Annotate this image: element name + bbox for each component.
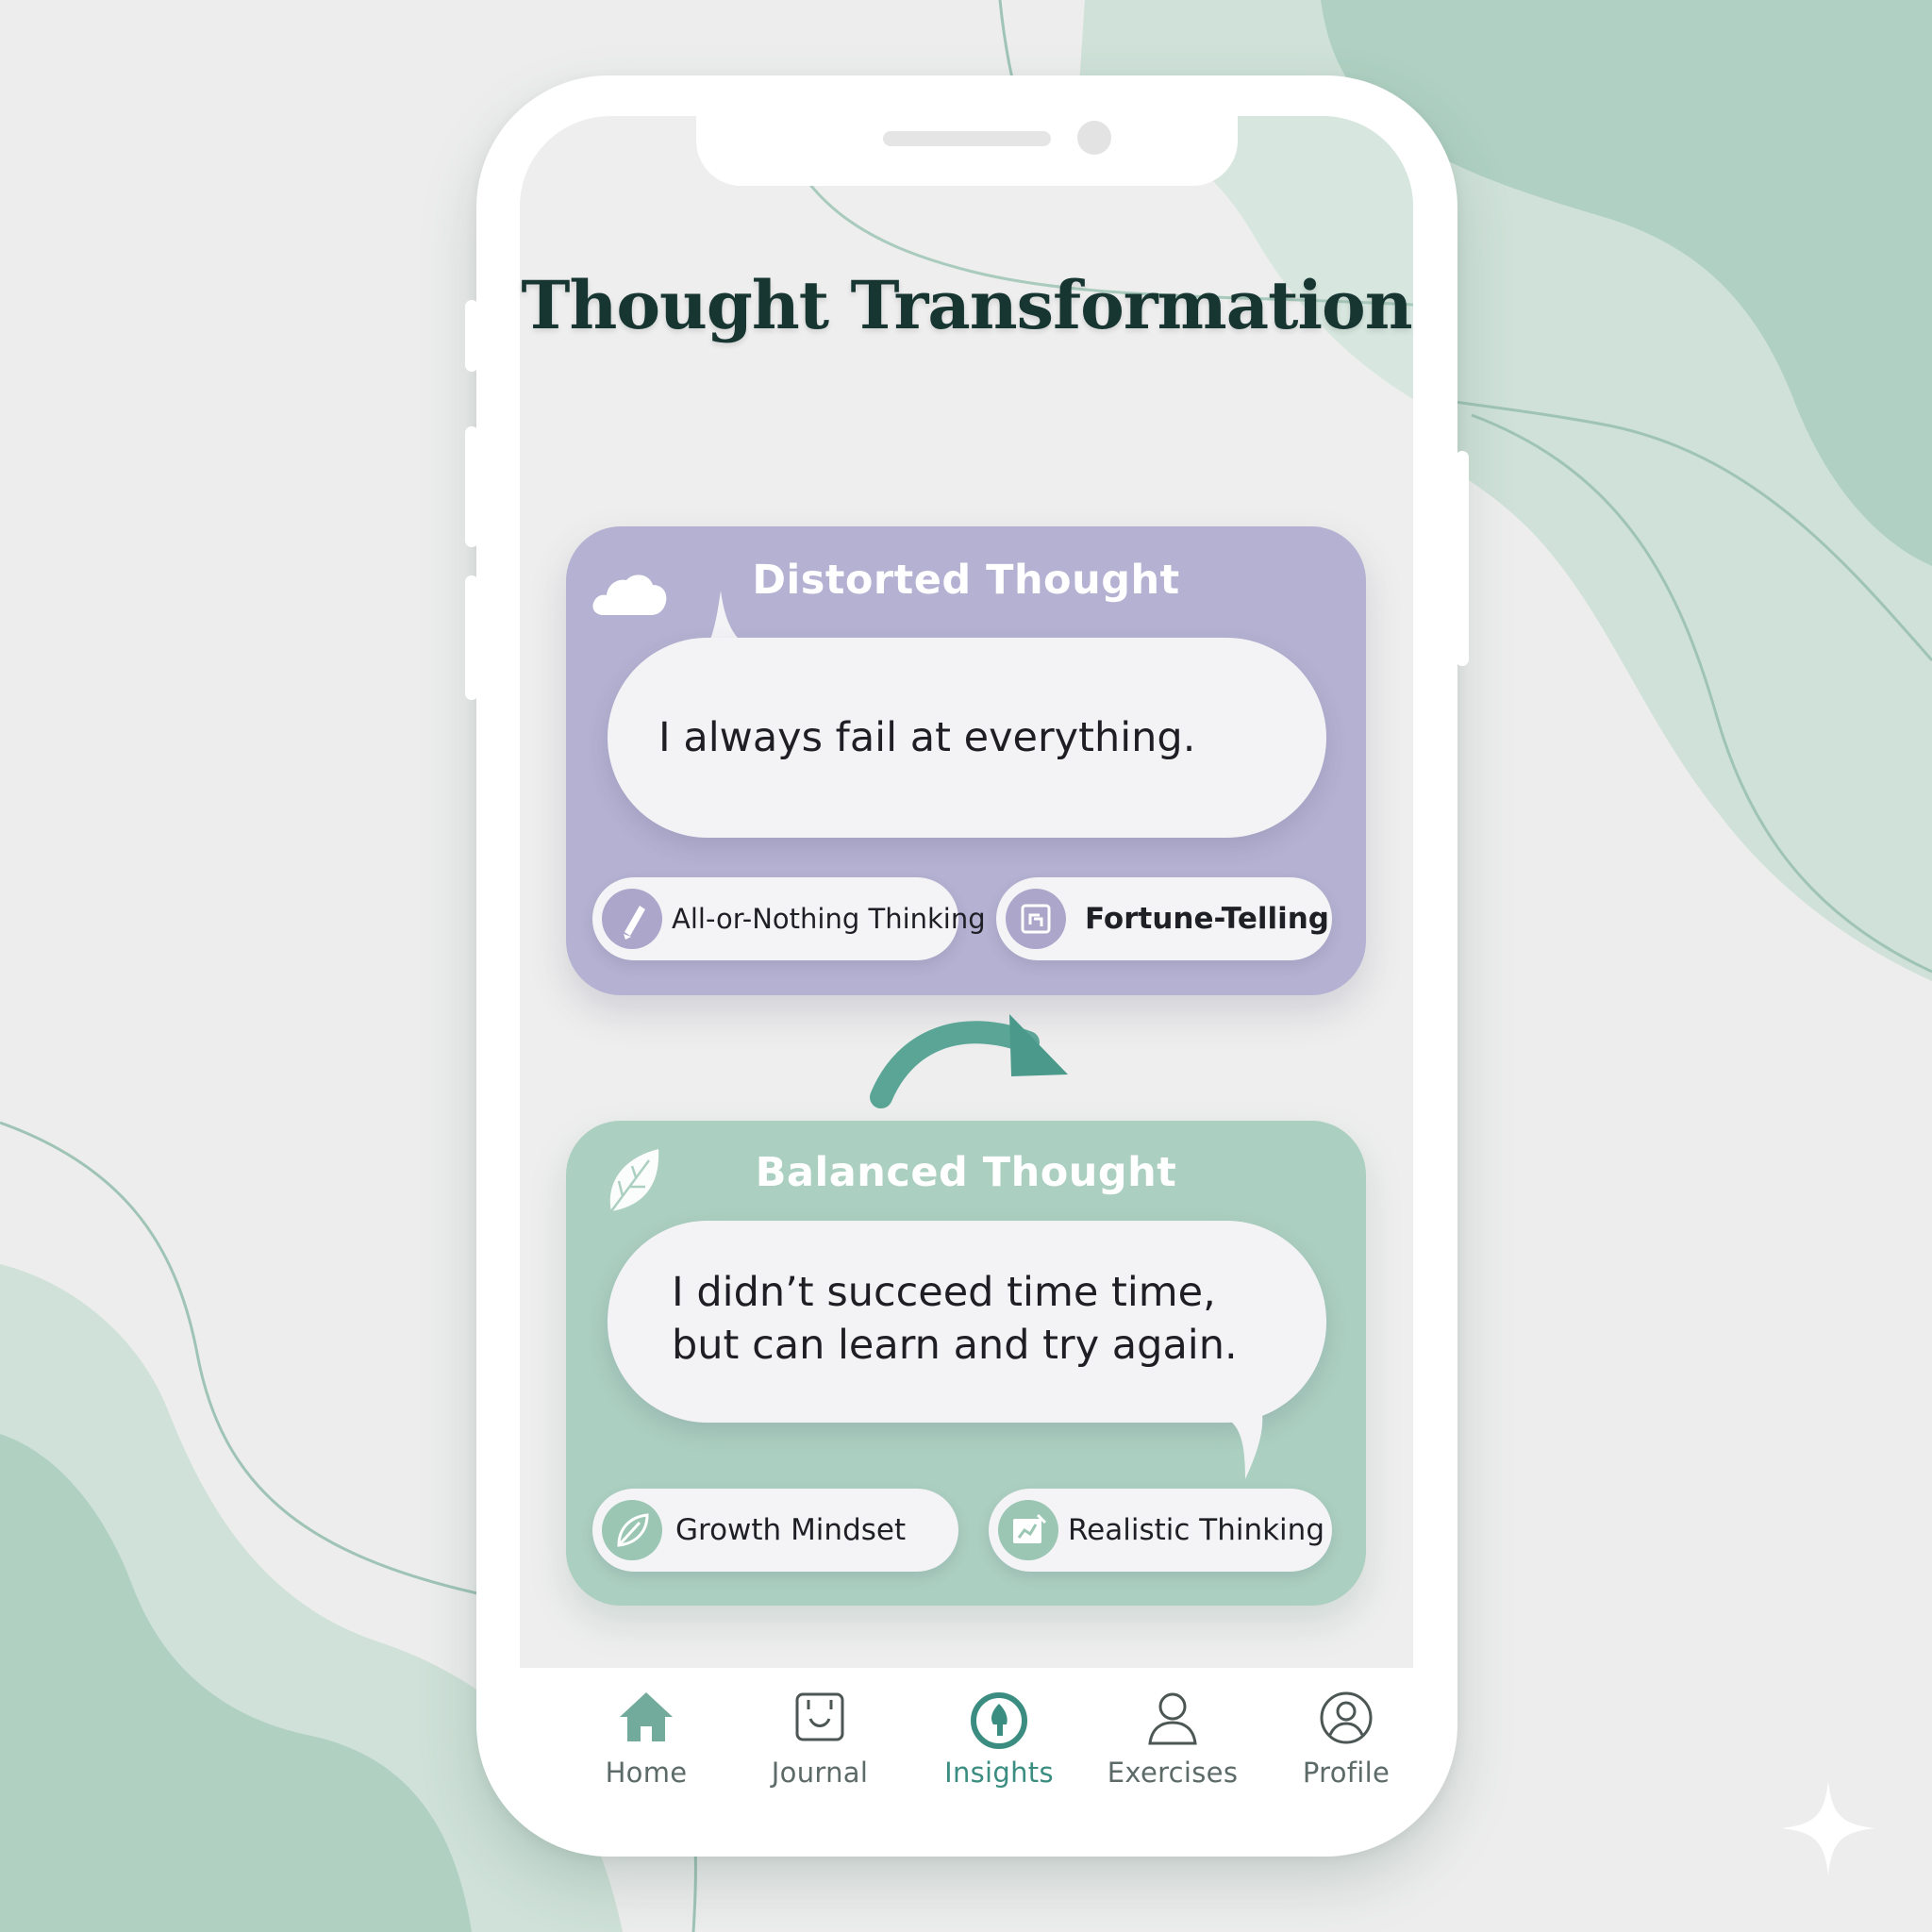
person-icon <box>1148 1692 1197 1745</box>
nav-label: Profile <box>1302 1757 1391 1789</box>
curved-arrow-icon <box>870 1014 1068 1108</box>
nav-exercises[interactable]: Exercises <box>1092 1668 1253 1809</box>
nav-home[interactable]: Home <box>566 1668 726 1809</box>
bottom-navigation: Home Journal Insights Exercises Profile <box>520 1668 1413 1819</box>
power-button <box>1456 451 1469 666</box>
tag-growth-mindset[interactable]: Growth Mindset <box>592 1489 958 1572</box>
distorted-thought-card[interactable]: Distorted Thought I always fail at every… <box>566 526 1366 995</box>
balanced-thought-line-1: I didn’t succeed time time, <box>672 1269 1216 1316</box>
speaker-grille <box>883 131 1051 146</box>
volume-down-button <box>465 575 478 700</box>
tag-label: All-or-Nothing Thinking <box>672 903 986 935</box>
sparkle-icon <box>1781 1781 1875 1875</box>
profile-icon <box>1320 1691 1373 1744</box>
balanced-thought-title: Balanced Thought <box>755 1149 1177 1196</box>
tag-label: Fortune-Telling <box>1085 902 1329 936</box>
balanced-thought-line-2: but can learn and try again. <box>672 1322 1238 1369</box>
notch <box>696 116 1238 186</box>
insights-icon <box>971 1692 1027 1749</box>
tag-label: Growth Mindset <box>675 1513 907 1547</box>
distorted-thought-bubble: I always fail at everything. <box>608 638 1326 838</box>
nav-label: Exercises <box>1107 1757 1239 1789</box>
nav-insights[interactable]: Insights <box>919 1668 1079 1809</box>
tag-fortune-telling[interactable]: Fortune-Telling <box>996 877 1332 960</box>
home-icon <box>620 1692 673 1741</box>
bubble-tail <box>1209 1413 1263 1479</box>
nav-journal[interactable]: Journal <box>740 1668 900 1809</box>
tag-all-or-nothing-thinking[interactable]: All-or-Nothing Thinking <box>592 877 986 960</box>
front-camera <box>1077 121 1111 155</box>
nav-label: Insights <box>944 1757 1054 1789</box>
nav-profile[interactable]: Profile <box>1266 1668 1426 1809</box>
balanced-thought-bubble: I didn’t succeed time time, but can lear… <box>608 1221 1326 1423</box>
mute-switch <box>465 300 478 372</box>
tag-label: Realistic Thinking <box>1068 1513 1324 1547</box>
distorted-thought-text: I always fail at everything. <box>658 714 1196 761</box>
leaf-icon <box>602 1500 662 1560</box>
nav-label: Home <box>605 1757 688 1789</box>
journal-icon <box>795 1692 844 1741</box>
crystal-frame-icon <box>1006 889 1066 949</box>
nav-label: Journal <box>771 1757 869 1789</box>
volume-up-button <box>465 426 478 547</box>
distorted-thought-title: Distorted Thought <box>752 557 1180 604</box>
tag-realistic-thinking[interactable]: Realistic Thinking <box>989 1489 1332 1572</box>
balanced-thought-card[interactable]: Balanced Thought I didn’t succeed time t… <box>566 1121 1366 1606</box>
chart-icon <box>998 1500 1058 1560</box>
page-title: Thought Transformation <box>521 266 1412 344</box>
broken-pencil-icon <box>602 889 662 949</box>
